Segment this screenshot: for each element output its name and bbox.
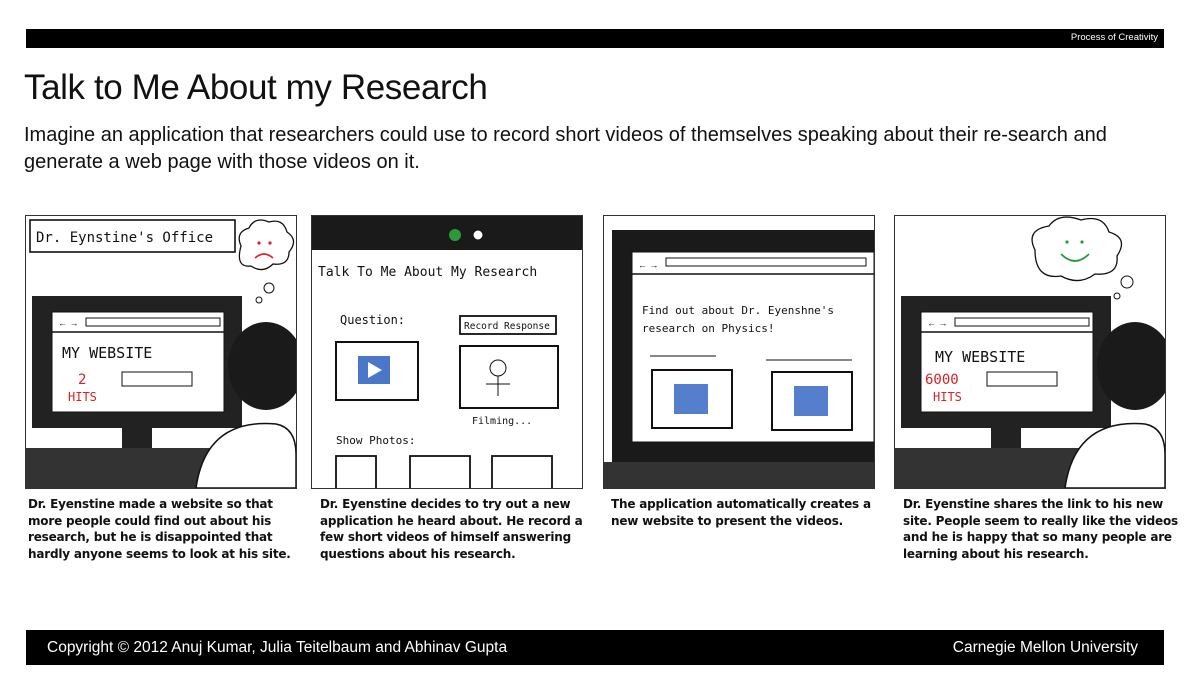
- question-label-text: Question:: [340, 313, 405, 327]
- storyboard-panel-2: Talk To Me About My Research Question: R…: [311, 215, 583, 489]
- page-heading-line2: research on Physics!: [642, 322, 774, 335]
- site-title-text: MY WEBSITE: [62, 344, 152, 362]
- office-sign-text: Dr. Eynstine's Office: [36, 230, 213, 246]
- panel-2-caption: Dr. Eyenstine decides to try out a new a…: [320, 497, 583, 561]
- site-title-text: MY WEBSITE: [935, 348, 1025, 366]
- slide-subtitle: Imagine an application that researchers …: [24, 124, 1107, 173]
- panel-3-caption: The application automatically creates a …: [611, 497, 871, 528]
- panel-3-sketch: ← → Find out about Dr. Eyenshne's resear…: [604, 230, 874, 488]
- panel-4-caption: Dr. Eyenstine shares the link to his new…: [903, 497, 1178, 561]
- storyboard-panel-4: ← → MY WEBSITE 6000 HITS: [894, 215, 1166, 489]
- page-heading-line1: Find out about Dr. Eyenshne's: [642, 304, 834, 317]
- panel-4-sketch: ← → MY WEBSITE 6000 HITS: [895, 216, 1165, 488]
- hits-label-text: HITS: [933, 390, 962, 404]
- institution-text: Carnegie Mellon University: [952, 639, 1138, 656]
- svg-text:← →: ← →: [927, 318, 948, 328]
- copyright-text: Copyright © 2012 Anuj Kumar, Julia Teite…: [47, 639, 508, 656]
- record-response-text: Record Response: [464, 321, 550, 332]
- app-title-text: Talk To Me About My Research: [318, 265, 537, 280]
- section-label: Process of Creativity: [1070, 32, 1158, 43]
- hits-label-text: HITS: [68, 390, 97, 404]
- svg-text:← →: ← →: [58, 318, 79, 328]
- slide-title: Talk to Me About my Research: [24, 68, 488, 107]
- header-bar: Process of Creativity: [26, 29, 1164, 48]
- show-photos-label-text: Show Photos:: [336, 434, 415, 447]
- panel-1-caption: Dr. Eyenstine made a website so that mor…: [28, 497, 291, 561]
- panel-2-sketch: Talk To Me About My Research Question: R…: [312, 216, 582, 488]
- panel-1-sketch: Dr. Eynstine's Office ← → MY WEBSITE 2 H…: [26, 219, 296, 488]
- storyboard-panel-3: ← → Find out about Dr. Eyenshne's resear…: [603, 215, 875, 489]
- hits-count-text: 2: [78, 372, 86, 388]
- svg-text:← →: ← →: [638, 260, 659, 270]
- storyboard-panel-1: Dr. Eynstine's Office ← → MY WEBSITE 2 H…: [25, 215, 297, 489]
- footer-bar: Copyright © 2012 Anuj Kumar, Julia Teite…: [26, 630, 1164, 665]
- hits-count-text: 6000: [925, 372, 959, 388]
- filming-label-text: Filming...: [472, 416, 532, 427]
